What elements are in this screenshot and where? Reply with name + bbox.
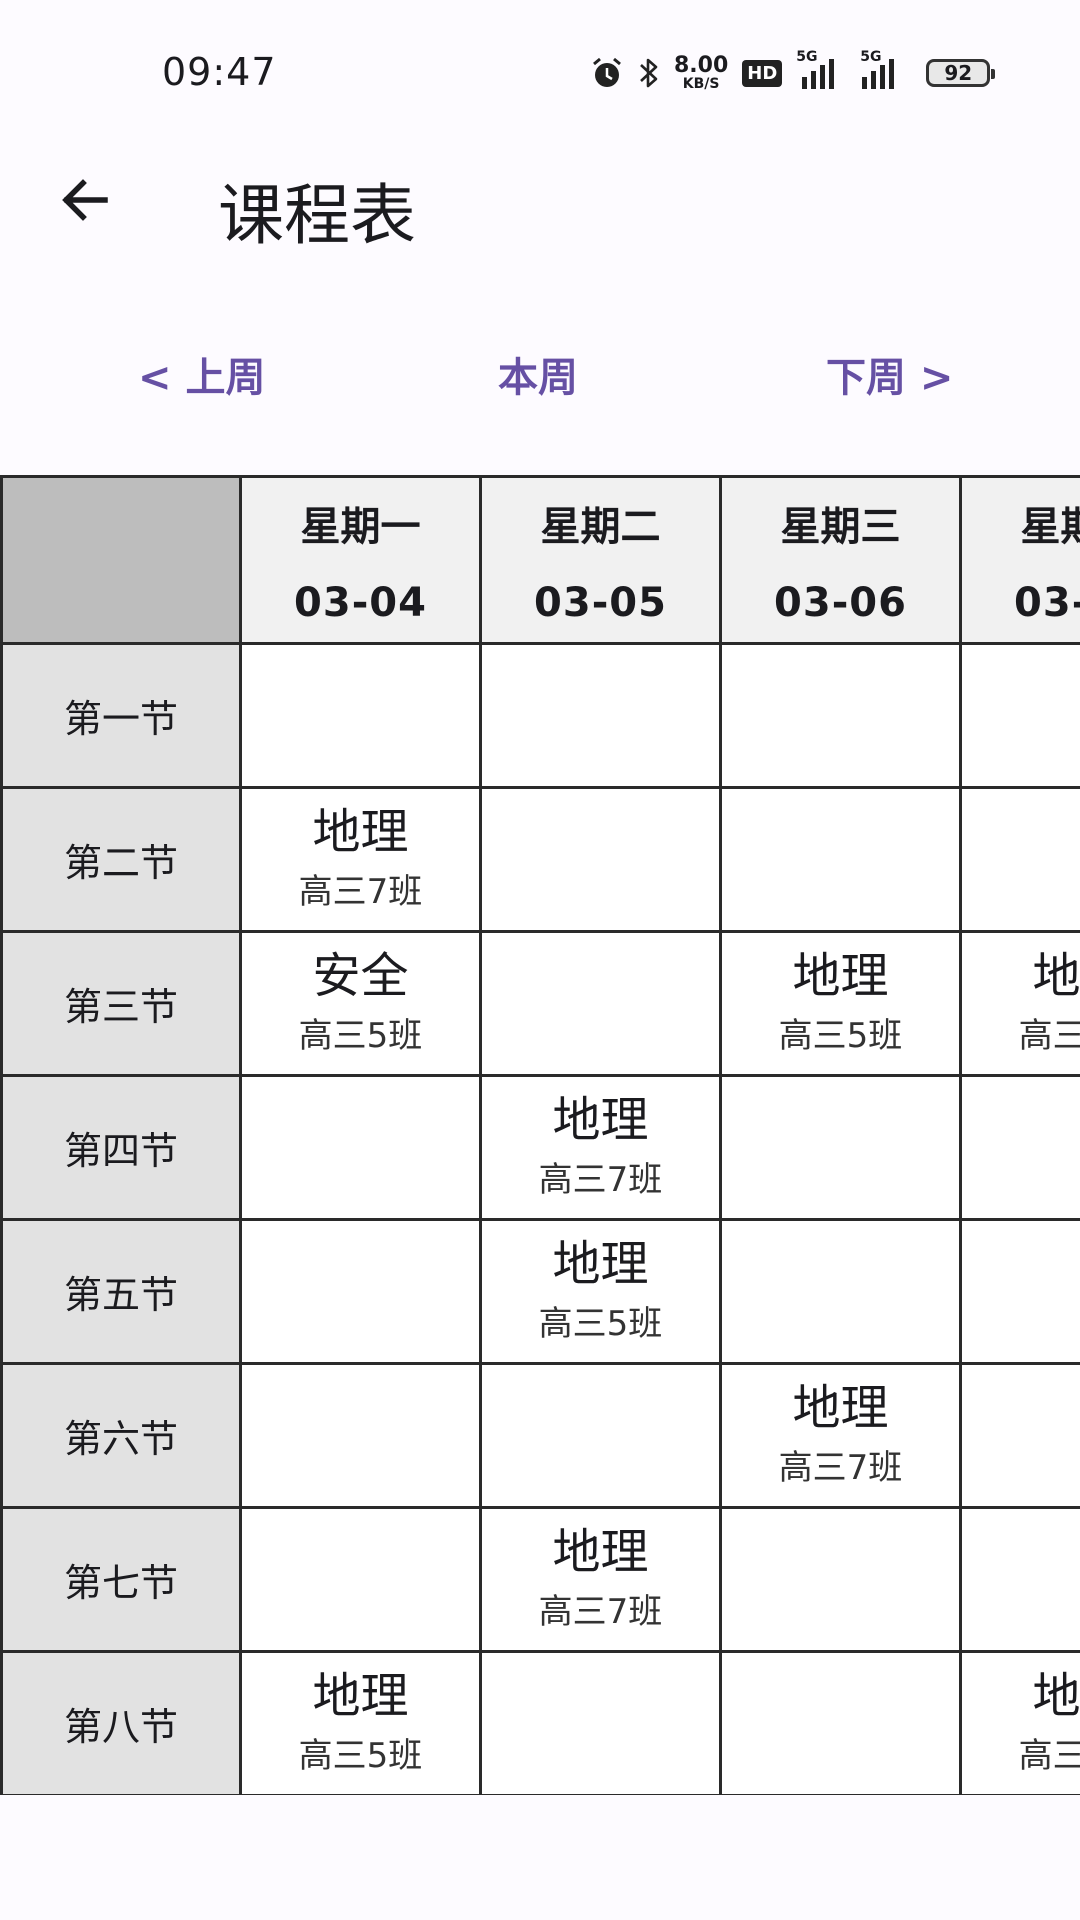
empty-cell[interactable] bbox=[722, 645, 962, 789]
lesson-cell[interactable]: 地理高三5班 bbox=[482, 1221, 722, 1365]
lesson-class: 高三7班 bbox=[538, 1592, 663, 1633]
timetable-grid: 星期一03-04星期二03-05星期三03-06星期四03-07第一节第二节地理… bbox=[0, 475, 1080, 1795]
period-label: 第六节 bbox=[3, 1365, 242, 1509]
day-date: 03-06 bbox=[774, 580, 907, 626]
period-label: 第五节 bbox=[3, 1221, 242, 1365]
alarm-icon bbox=[590, 56, 624, 90]
day-date: 03-04 bbox=[294, 580, 427, 626]
battery-icon: 92 bbox=[926, 59, 996, 87]
empty-cell[interactable] bbox=[962, 1077, 1080, 1221]
lesson-cell[interactable]: 安全高三5班 bbox=[242, 933, 482, 1077]
lesson-class: 高三7班 bbox=[298, 872, 423, 913]
lesson-subject: 安全 bbox=[312, 947, 409, 1004]
lesson-class: 高三5班 bbox=[1018, 1016, 1080, 1057]
period-label: 第二节 bbox=[3, 789, 242, 933]
hd-label: HD bbox=[742, 59, 783, 87]
lesson-cell[interactable]: 地理高三5班 bbox=[242, 1653, 482, 1795]
hd-icon: HD bbox=[742, 59, 783, 87]
empty-cell[interactable] bbox=[482, 1653, 722, 1795]
empty-cell[interactable] bbox=[962, 1509, 1080, 1653]
network-speed: 8.00 KB/S bbox=[674, 53, 729, 92]
lesson-cell[interactable]: 地理高三7班 bbox=[482, 1077, 722, 1221]
lesson-subject: 地理 bbox=[1032, 1667, 1080, 1724]
empty-cell[interactable] bbox=[962, 645, 1080, 789]
status-icons: 8.00 KB/S HD 5G 5G 92 bbox=[590, 48, 996, 98]
lesson-cell[interactable]: 地理高三7班 bbox=[242, 789, 482, 933]
empty-cell[interactable] bbox=[242, 1221, 482, 1365]
bluetooth-icon bbox=[638, 55, 660, 91]
lesson-cell[interactable]: 地理高三7班 bbox=[722, 1365, 962, 1509]
day-name: 星期一 bbox=[300, 504, 421, 550]
period-label: 第八节 bbox=[3, 1653, 242, 1795]
empty-cell[interactable] bbox=[722, 789, 962, 933]
lesson-subject: 地理 bbox=[312, 1667, 409, 1724]
back-button[interactable] bbox=[50, 165, 120, 235]
signal-5g-icon-2: 5G bbox=[856, 49, 906, 91]
week-navigation: < 上周 本周 下周 > bbox=[0, 345, 1080, 415]
empty-cell[interactable] bbox=[722, 1221, 962, 1365]
period-label: 第三节 bbox=[3, 933, 242, 1077]
status-bar: 09:47 8.00 KB/S HD 5G 5G 92 bbox=[0, 0, 1080, 140]
empty-cell[interactable] bbox=[722, 1509, 962, 1653]
empty-cell[interactable] bbox=[722, 1077, 962, 1221]
next-week-button[interactable]: 下周 > bbox=[826, 345, 953, 403]
lesson-class: 高三5班 bbox=[298, 1016, 423, 1057]
period-label: 第一节 bbox=[3, 645, 242, 789]
day-header: 星期四 03-07 bbox=[962, 478, 1080, 645]
lesson-subject: 地理 bbox=[552, 1235, 649, 1292]
empty-cell[interactable] bbox=[962, 1221, 1080, 1365]
lesson-cell[interactable]: 地理高三7班 bbox=[482, 1509, 722, 1653]
empty-cell[interactable] bbox=[962, 1365, 1080, 1509]
lesson-cell[interactable]: 地理高三5班 bbox=[962, 1653, 1080, 1795]
lesson-class: 高三5班 bbox=[1018, 1736, 1080, 1777]
day-header: 星期三 03-06 bbox=[722, 478, 962, 645]
corner-cell bbox=[3, 478, 242, 645]
lesson-class: 高三7班 bbox=[778, 1448, 903, 1489]
empty-cell[interactable] bbox=[242, 1077, 482, 1221]
empty-cell[interactable] bbox=[242, 645, 482, 789]
battery-level: 92 bbox=[944, 61, 973, 85]
network-speed-unit: KB/S bbox=[682, 76, 720, 92]
lesson-class: 高三7班 bbox=[538, 1160, 663, 1201]
day-name: 星期四 bbox=[1020, 504, 1080, 550]
signal-5g-label-2: 5G bbox=[860, 49, 882, 65]
page-title: 课程表 bbox=[218, 177, 416, 254]
empty-cell[interactable] bbox=[482, 933, 722, 1077]
lesson-subject: 地理 bbox=[312, 803, 409, 860]
lesson-subject: 地理 bbox=[1032, 947, 1080, 1004]
signal-5g-label-1: 5G bbox=[796, 49, 818, 65]
day-date: 03-05 bbox=[534, 580, 667, 626]
current-week-button[interactable]: 本周 bbox=[498, 345, 578, 403]
period-label: 第四节 bbox=[3, 1077, 242, 1221]
empty-cell[interactable] bbox=[482, 645, 722, 789]
signal-5g-icon-1: 5G bbox=[796, 49, 842, 91]
timetable: 星期一03-04星期二03-05星期三03-06星期四03-07第一节第二节地理… bbox=[0, 475, 1080, 1795]
lesson-subject: 地理 bbox=[552, 1091, 649, 1148]
lesson-cell[interactable]: 地理高三5班 bbox=[962, 933, 1080, 1077]
network-speed-value: 8.00 bbox=[674, 53, 729, 78]
app-bar: 课程表 bbox=[0, 140, 1080, 270]
lesson-subject: 地理 bbox=[552, 1523, 649, 1580]
arrow-back-icon bbox=[62, 179, 108, 221]
empty-cell[interactable] bbox=[242, 1365, 482, 1509]
empty-cell[interactable] bbox=[242, 1509, 482, 1653]
empty-cell[interactable] bbox=[482, 1365, 722, 1509]
lesson-subject: 地理 bbox=[792, 947, 889, 1004]
lesson-class: 高三5班 bbox=[538, 1304, 663, 1345]
lesson-class: 高三5班 bbox=[298, 1736, 423, 1777]
day-name: 星期三 bbox=[780, 504, 901, 550]
day-header: 星期一 03-04 bbox=[242, 478, 482, 645]
lesson-subject: 地理 bbox=[792, 1379, 889, 1436]
day-name: 星期二 bbox=[540, 504, 661, 550]
empty-cell[interactable] bbox=[482, 789, 722, 933]
day-date: 03-07 bbox=[1014, 580, 1080, 626]
period-label: 第七节 bbox=[3, 1509, 242, 1653]
day-header: 星期二 03-05 bbox=[482, 478, 722, 645]
empty-cell[interactable] bbox=[722, 1653, 962, 1795]
lesson-cell[interactable]: 地理高三5班 bbox=[722, 933, 962, 1077]
status-time: 09:47 bbox=[162, 50, 277, 94]
empty-cell[interactable] bbox=[962, 789, 1080, 933]
previous-week-button[interactable]: < 上周 bbox=[138, 345, 265, 403]
lesson-class: 高三5班 bbox=[778, 1016, 903, 1057]
